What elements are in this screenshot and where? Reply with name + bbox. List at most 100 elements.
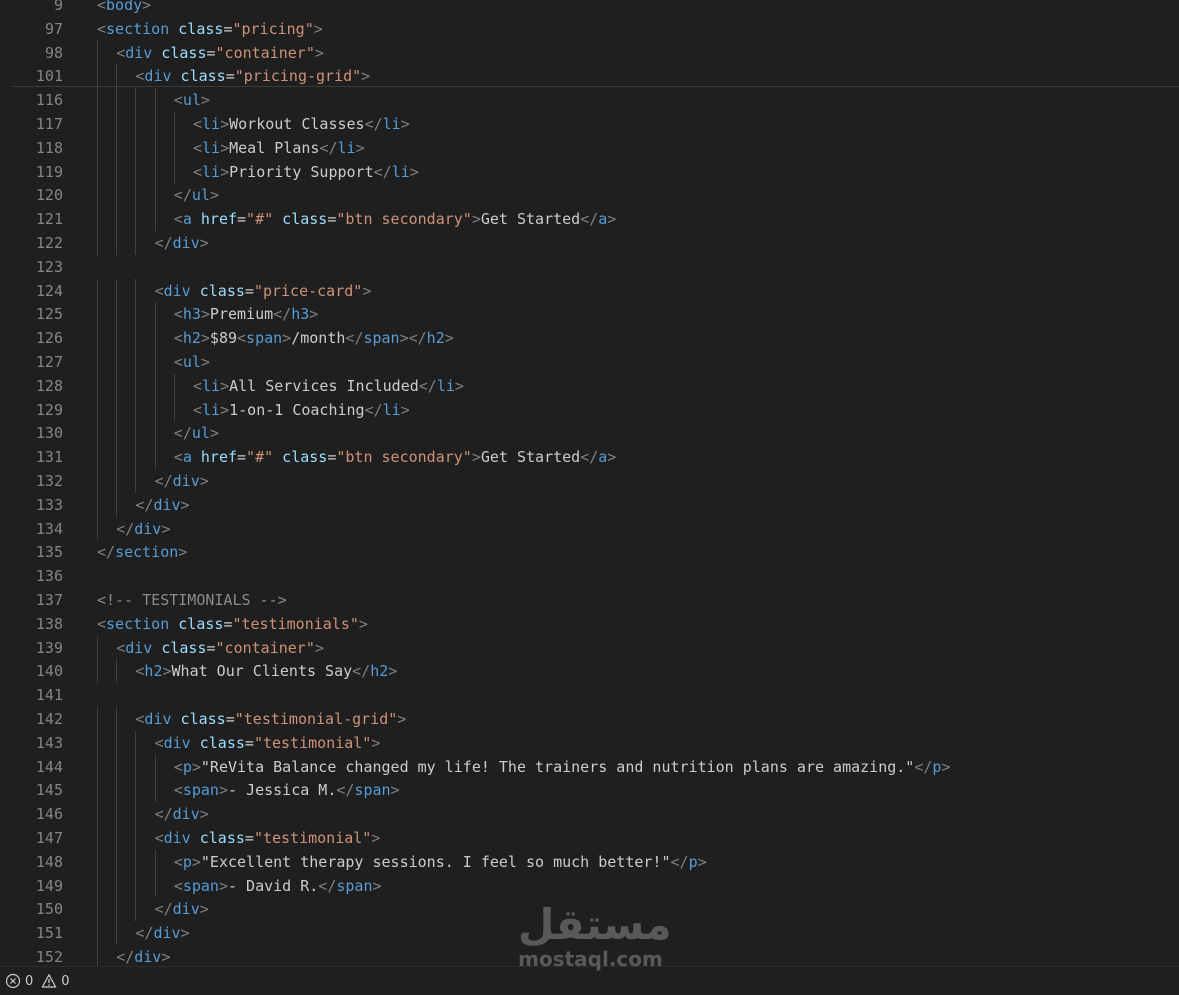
code-line[interactable]: 137 <!-- TESTIMONIALS --> <box>0 588 1179 612</box>
indent-guide <box>97 207 98 231</box>
line-number: 135 <box>35 543 63 562</box>
code-line[interactable]: 97 <section class="pricing"> <box>0 17 1179 41</box>
code-line[interactable]: 143 <div class="testimonial"> <box>0 731 1179 755</box>
code-line[interactable]: 119 <li>Priority Support</li> <box>0 160 1179 184</box>
code-line[interactable]: 151 </div> <box>0 921 1179 945</box>
code-token: > <box>361 67 371 86</box>
code-line[interactable]: 132 </div> <box>0 469 1179 493</box>
code-token: > <box>372 876 382 895</box>
indent-guide <box>135 873 137 898</box>
indent-guide <box>116 397 118 422</box>
code-line[interactable]: 131 <a href="#" class="btn secondary">Get… <box>0 445 1179 469</box>
code-line[interactable]: 139 <div class="container"> <box>0 636 1179 660</box>
code-line[interactable]: 133 </div> <box>0 493 1179 517</box>
code-line[interactable]: 140 <h2>What Our Clients Say</h2> <box>0 659 1179 683</box>
code-token: href <box>200 210 238 229</box>
indent-guide <box>97 326 98 350</box>
code-line[interactable]: 127 <ul> <box>0 350 1179 374</box>
code-line[interactable]: 126 <h2>$89<span>/month</span></h2> <box>0 326 1179 350</box>
code-line[interactable]: 152 </div> <box>0 945 1179 966</box>
indent-guide <box>116 921 118 945</box>
code-token: div <box>172 900 200 919</box>
code-line[interactable]: 118 <li>Meal Plans</li> <box>0 136 1179 160</box>
code-line[interactable]: 124 <div class="price-card"> <box>0 279 1179 303</box>
code-token: > <box>220 115 230 133</box>
code-line[interactable]: 101 <div class="pricing-grid"> <box>0 64 1179 88</box>
code-line[interactable]: 148 <p>"Excellent therapy sessions. I fee… <box>0 850 1179 874</box>
code-token: p <box>688 852 698 871</box>
code-line[interactable]: 144 <p>"ReVita Balance changed my life! T… <box>0 755 1179 779</box>
code-line[interactable]: 134 </div> <box>0 517 1179 541</box>
code-token: </ <box>154 805 173 824</box>
line-number: 128 <box>35 376 63 395</box>
code-token: Premium <box>209 305 274 324</box>
indent-guide <box>135 421 137 446</box>
code-line[interactable]: 130 </ul> <box>0 421 1179 445</box>
code-editor[interactable]: 9 <body> 97 <section class="pricing"> 98 <div… <box>0 0 1179 966</box>
code-line[interactable]: 98 <div class="container"> <box>0 41 1179 65</box>
indent-guide <box>116 88 118 112</box>
code-token: </ <box>116 519 135 538</box>
code-token: > <box>178 543 188 562</box>
code-line[interactable]: 146 </div> <box>0 802 1179 826</box>
indent-guide <box>154 88 156 112</box>
line-number: 143 <box>35 733 63 752</box>
code-line[interactable]: 129 <li>1-on-1 Coaching</li> <box>0 398 1179 422</box>
code-line[interactable]: 149 <span>- David R.</span> <box>0 874 1179 898</box>
code-text: </div> <box>116 945 170 966</box>
code-line[interactable]: 123 <box>0 255 1179 279</box>
indent-guide <box>173 159 175 184</box>
code-line[interactable]: 136 <box>0 564 1179 588</box>
code-text: <a href="#" class="btn secondary">Get St… <box>174 445 617 469</box>
line-number: 141 <box>35 686 63 705</box>
code-token: </ <box>135 924 154 943</box>
code-line[interactable]: 135 </section> <box>0 540 1179 564</box>
code-line[interactable]: 117 <li>Workout Classes</li> <box>0 112 1179 136</box>
code-token: > <box>444 329 454 348</box>
code-line[interactable]: 122 </div> <box>0 231 1179 255</box>
indent-guide <box>135 112 137 136</box>
indent-guide <box>154 350 156 374</box>
code-line[interactable]: 120 </ul> <box>0 183 1179 207</box>
code-token: div <box>153 924 181 943</box>
code-token: > <box>200 353 210 371</box>
code-token: class <box>282 448 328 467</box>
code-line[interactable]: 142 <div class="testimonial-grid"> <box>0 707 1179 731</box>
code-line[interactable]: 121 <a href="#" class="btn secondary">Get… <box>0 207 1179 231</box>
code-line[interactable]: 128 <li>All Services Included</li> <box>0 374 1179 398</box>
line-number: 144 <box>35 757 63 776</box>
code-line[interactable]: 141 <box>0 683 1179 707</box>
code-token: div <box>134 519 162 538</box>
code-line[interactable]: 147 <div class="testimonial"> <box>0 826 1179 850</box>
code-token: > <box>355 138 365 157</box>
code-text: <li>Priority Support</li> <box>193 160 419 184</box>
indent-guide <box>116 778 118 803</box>
warning-triangle-icon <box>42 974 57 988</box>
code-line[interactable]: 116 <ul> <box>0 88 1179 112</box>
code-token: < <box>193 115 203 133</box>
code-token: "Excellent therapy sessions. I feel so m… <box>200 852 671 871</box>
code-token: /month <box>291 329 346 348</box>
problems-indicator[interactable]: 0 0 <box>5 971 70 991</box>
code-token: < <box>193 162 203 181</box>
line-number: 118 <box>35 138 63 157</box>
code-token: class <box>178 614 224 633</box>
code-line[interactable]: 145 <span>- Jessica M.</span> <box>0 778 1179 802</box>
indent-guide <box>154 207 156 231</box>
code-line[interactable]: 150 </div> <box>0 897 1179 921</box>
code-token: </ <box>345 329 364 348</box>
indent-guide <box>97 278 98 303</box>
indent-guide <box>97 397 98 422</box>
code-token: ul <box>191 424 210 443</box>
code-token: < <box>154 281 164 300</box>
code-token: div <box>172 805 200 824</box>
code-text: <ul> <box>174 350 210 374</box>
indent-guide <box>116 826 118 850</box>
code-line[interactable]: 9 <body> <box>0 0 1179 17</box>
indent-guide <box>116 64 118 89</box>
indent-guide <box>116 754 118 779</box>
code-token: "testimonial" <box>253 829 372 847</box>
code-line[interactable]: 138 <section class="testimonials"> <box>0 612 1179 636</box>
code-line[interactable]: 125 <h3>Premium</h3> <box>0 302 1179 326</box>
